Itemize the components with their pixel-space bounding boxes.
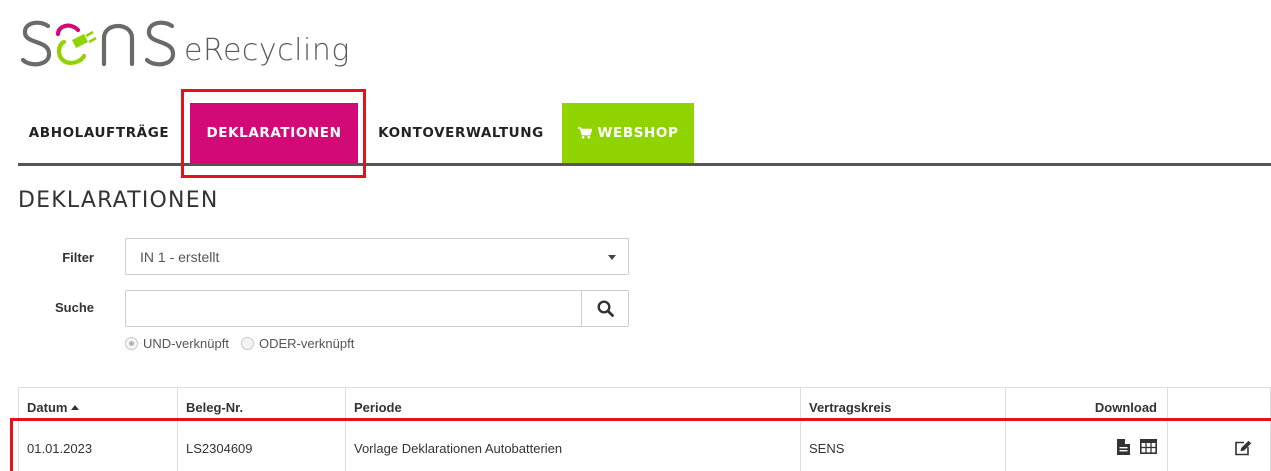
column-header-periode[interactable]: Periode <box>345 388 800 419</box>
cell-actions <box>1167 420 1271 471</box>
nav-item-label: DEKLARATIONEN <box>206 125 342 141</box>
column-header-datum[interactable]: Datum <box>18 388 177 419</box>
chevron-down-icon <box>608 255 616 260</box>
column-header-vertragskreis[interactable]: Vertragskreis <box>800 388 1005 419</box>
cell-datum: 01.01.2023 <box>18 420 177 471</box>
nav-item-kontoverwaltung[interactable]: KONTOVERWALTUNG <box>364 103 558 163</box>
column-header-label: Periode <box>354 400 402 415</box>
column-header-beleg[interactable]: Beleg-Nr. <box>177 388 345 419</box>
nav-item-abholauftraege[interactable]: ABHOLAUFTRÄGE <box>18 103 180 163</box>
table-icon[interactable] <box>1140 439 1157 454</box>
cell-beleg: LS2304609 <box>177 420 345 471</box>
nav-item-label: KONTOVERWALTUNG <box>378 125 544 141</box>
nav-item-webshop[interactable]: WEBSHOP <box>562 103 694 163</box>
sens-logo-icon <box>20 20 176 67</box>
radio-und[interactable] <box>125 337 138 350</box>
file-icon[interactable] <box>1117 439 1130 455</box>
search-button[interactable] <box>581 290 629 327</box>
download-icons <box>1117 439 1157 455</box>
sort-asc-icon <box>71 405 80 410</box>
filter-select[interactable]: IN 1 - erstellt <box>125 238 629 275</box>
logo[interactable]: eRecycling <box>18 8 350 74</box>
radio-oder-label: ODER-verknüpft <box>258 336 355 351</box>
page-title: DEKLARATIONEN <box>18 188 219 213</box>
table-header: Datum Beleg-Nr. Periode Vertragskreis Do… <box>18 387 1271 420</box>
logo-suffix: eRecycling <box>184 33 350 68</box>
column-header-label: Datum <box>27 400 68 415</box>
cell-periode: Vorlage Deklarationen Autobatterien <box>345 420 800 471</box>
filter-selected-value: IN 1 - erstellt <box>140 248 220 265</box>
search-input[interactable] <box>125 290 581 327</box>
nav-item-label: ABHOLAUFTRÄGE <box>28 125 170 141</box>
main-nav: ABHOLAUFTRÄGE DEKLARATIONEN KONTOVERWALT… <box>18 103 1271 166</box>
nav-item-deklarationen[interactable]: DEKLARATIONEN <box>190 103 358 163</box>
search-icon <box>596 300 614 317</box>
radio-oder[interactable] <box>240 337 254 350</box>
nav-item-label: WEBSHOP <box>597 125 679 141</box>
table-row: 01.01.2023 LS2304609 Vorlage Deklaration… <box>18 420 1271 471</box>
filter-label: Filter <box>62 250 94 265</box>
shopping-cart-icon <box>577 127 592 139</box>
cell-download <box>1005 420 1167 471</box>
column-header-label: Download <box>1094 400 1157 415</box>
search-label: Suche <box>54 300 94 315</box>
radio-und-label: UND-verknüpft <box>143 336 229 351</box>
cell-vertragskreis: SENS <box>800 420 1005 471</box>
column-header-download: Download <box>1005 388 1167 419</box>
search-group <box>125 290 629 327</box>
column-header-actions <box>1167 388 1271 419</box>
column-header-label: Beleg-Nr. <box>186 400 244 415</box>
edit-icon[interactable] <box>1234 440 1252 456</box>
search-mode-options: UND-verknüpft ODER-verknüpft <box>125 336 366 351</box>
column-header-label: Vertragskreis <box>809 400 892 415</box>
